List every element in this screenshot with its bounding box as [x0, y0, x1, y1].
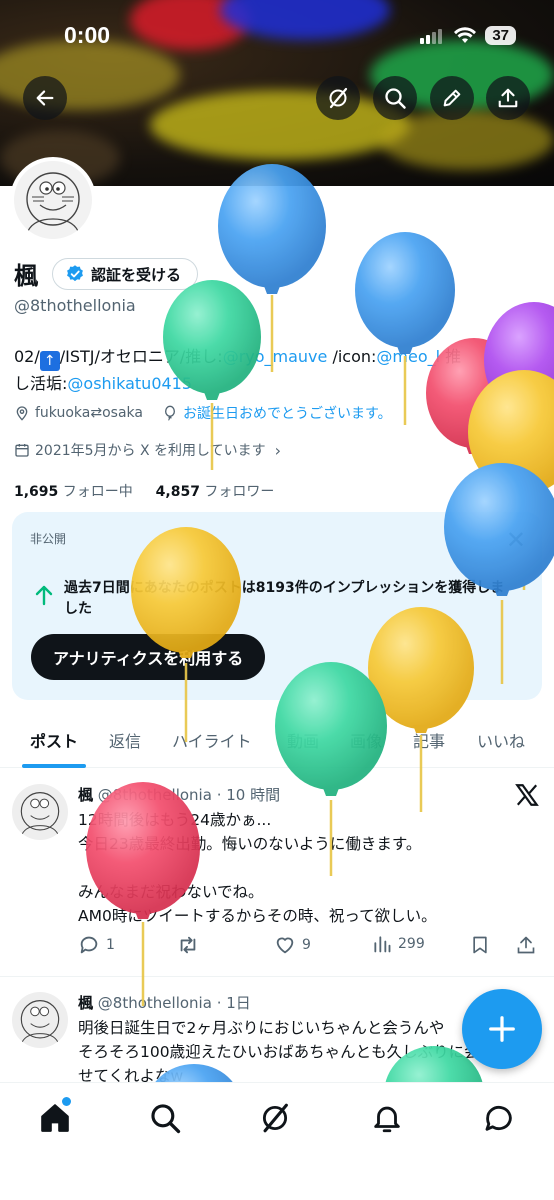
bottom-navigation: [0, 1082, 554, 1200]
grok-icon: [262, 1103, 288, 1133]
balloon-yellow: [131, 527, 241, 742]
search-icon: [151, 1104, 181, 1134]
balloon-green: [163, 280, 261, 470]
notifications-bell-icon: [374, 1106, 400, 1133]
compose-button[interactable]: [462, 989, 542, 1069]
notification-dot: [62, 1097, 71, 1106]
nav-messages[interactable]: [482, 1101, 516, 1139]
nav-grok[interactable]: [258, 1101, 292, 1139]
compose-plus-icon: [489, 1016, 515, 1042]
nav-search[interactable]: [148, 1101, 182, 1139]
messages-icon: [485, 1106, 512, 1131]
nav-home[interactable]: [38, 1097, 72, 1139]
home-icon: [41, 1104, 69, 1132]
balloon-green: [275, 662, 387, 876]
balloon-red: [86, 782, 200, 1006]
nav-notifications[interactable]: [370, 1101, 404, 1139]
